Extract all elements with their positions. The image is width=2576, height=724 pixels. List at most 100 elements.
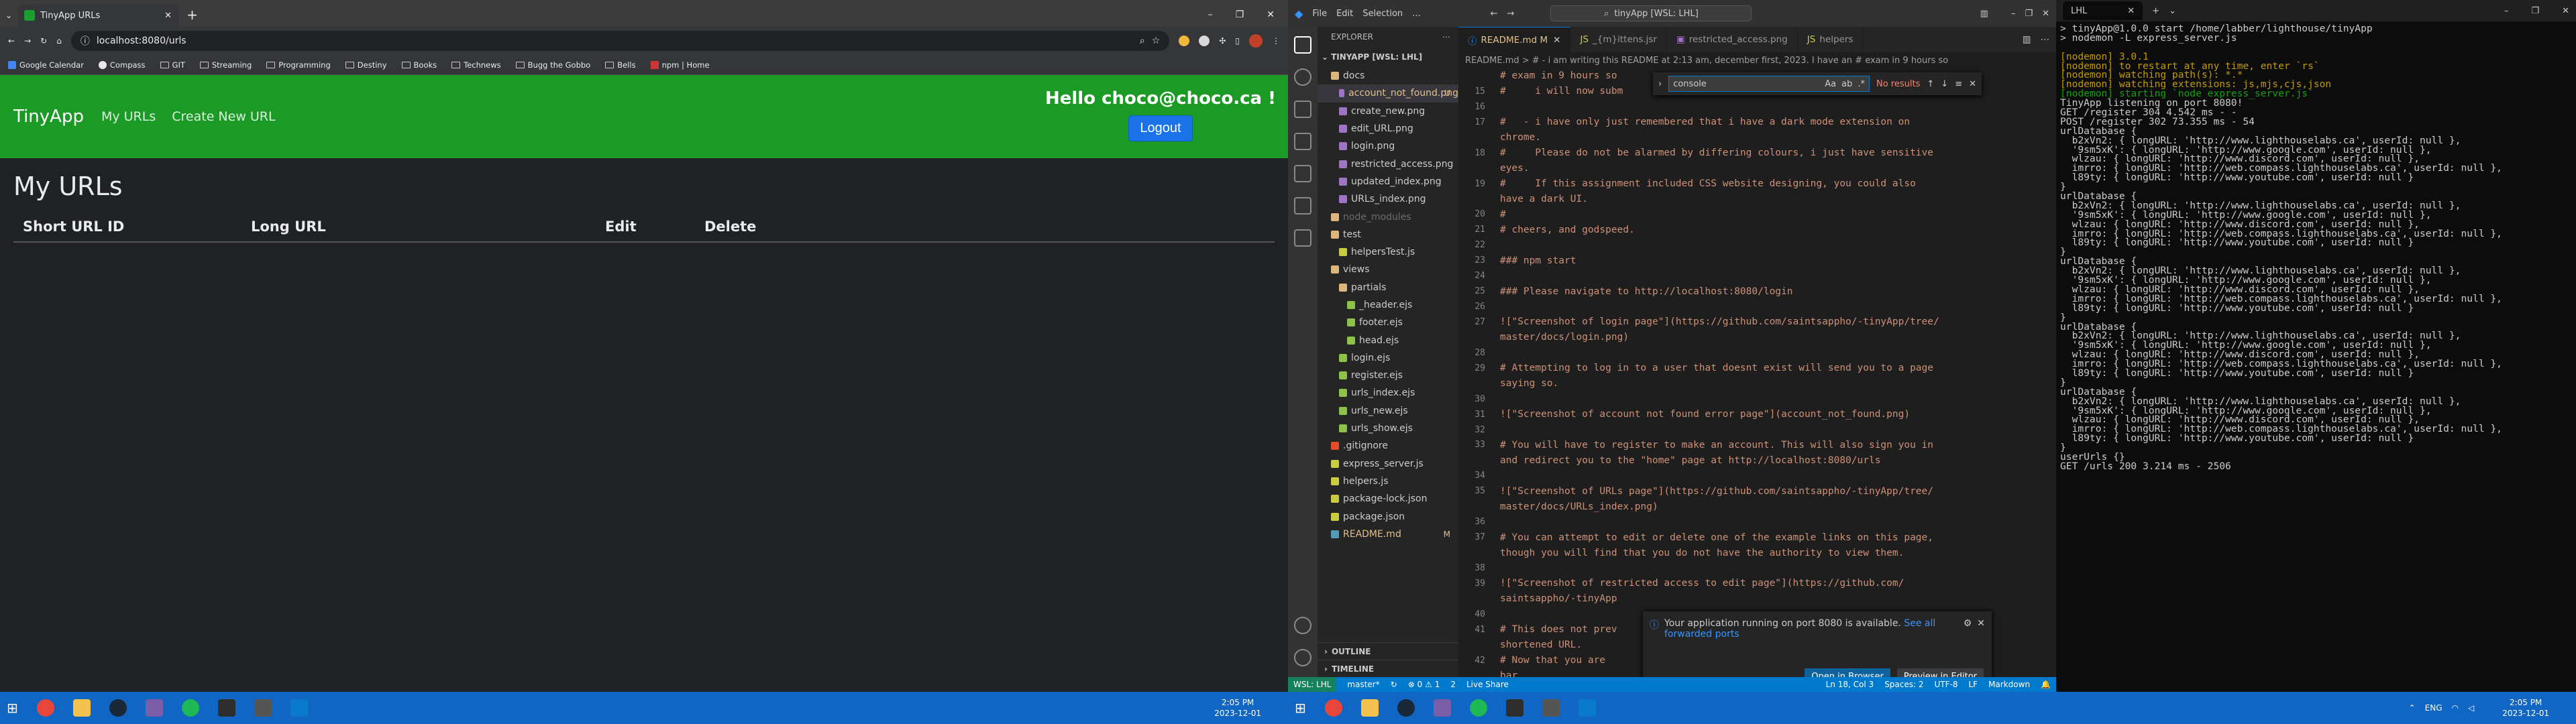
logout-button[interactable]: Logout <box>1128 115 1193 141</box>
terminal-output[interactable]: > tinyApp@1.0.0 start /home/labber/light… <box>2056 21 2576 692</box>
eol[interactable]: LF <box>1968 680 1978 689</box>
maximize-icon[interactable]: ❐ <box>2531 6 2539 16</box>
close-icon[interactable]: ✕ <box>1969 79 1976 89</box>
nav-back-icon[interactable]: ← <box>1491 9 1498 19</box>
find-input[interactable]: console Aa ab .* <box>1668 76 1870 92</box>
tree-item[interactable]: node_modules <box>1318 208 1458 225</box>
tab-file[interactable]: JS _{m}ittens.jsr <box>1570 27 1667 52</box>
windows-start-icon[interactable]: ⊞ <box>7 700 18 716</box>
tree-item[interactable]: URLs_index.png <box>1318 190 1458 208</box>
run-debug-icon[interactable] <box>1294 133 1311 150</box>
bookmark-folder[interactable]: Books <box>401 60 437 70</box>
minimize-icon[interactable]: – <box>2011 9 2016 19</box>
close-tab-icon[interactable]: ✕ <box>164 11 172 21</box>
terminal-icon[interactable] <box>217 699 235 717</box>
breadcrumb[interactable]: README.md > # - i am writing this README… <box>1458 52 2056 68</box>
bookmark-folder[interactable]: Bugg the Gobbo <box>515 60 590 70</box>
account-icon[interactable] <box>1294 617 1311 634</box>
problems-count[interactable]: ⊗ 0 ⚠ 1 <box>1408 680 1440 689</box>
file-explorer-icon[interactable] <box>72 699 91 717</box>
info-icon[interactable]: ⓘ <box>80 34 90 48</box>
tree-item[interactable]: test <box>1318 226 1458 243</box>
tree-item[interactable]: docs <box>1318 67 1458 84</box>
tree-item[interactable]: create_new.png <box>1318 103 1458 120</box>
vscode-icon[interactable] <box>1578 699 1596 717</box>
chevron-down-icon[interactable]: ⌄ <box>2169 6 2176 16</box>
bookmark-folder[interactable]: Programming <box>266 60 331 70</box>
app-icon[interactable] <box>145 699 163 717</box>
tab-readme[interactable]: ⓘ README.md M ✕ <box>1458 27 1571 52</box>
git-branch[interactable]: master* <box>1347 680 1379 689</box>
new-tab-icon[interactable]: + <box>186 7 198 23</box>
menu-more[interactable]: ... <box>1412 9 1420 19</box>
tree-item[interactable]: express_server.js <box>1318 455 1458 473</box>
terminal-icon[interactable] <box>1505 699 1523 717</box>
command-center-search[interactable]: ⌕ tinyApp [WSL: LHL] <box>1550 5 1752 21</box>
nav-create-new-url[interactable]: Create New URL <box>172 109 275 124</box>
close-window-icon[interactable]: ✕ <box>2562 6 2569 16</box>
taskbar-clock-left[interactable]: 2:05 PM 2023-12-01 <box>1214 697 1281 719</box>
minimize-icon[interactable]: – <box>2504 6 2509 16</box>
tree-item[interactable]: register.ejs <box>1318 367 1458 384</box>
tree-item[interactable]: updated_index.png <box>1318 173 1458 190</box>
bookmark-folder[interactable]: Technews <box>451 60 501 70</box>
spotify-icon[interactable] <box>181 699 199 717</box>
tree-item[interactable]: partials <box>1318 279 1458 296</box>
tab-file[interactable]: JS helpers <box>1798 27 1864 52</box>
chrome-menu-icon[interactable]: ⋮ <box>1272 36 1280 46</box>
terminal-tab[interactable]: LHL ✕ <box>2063 1 2143 20</box>
close-tab-icon[interactable]: ✕ <box>2127 6 2135 16</box>
bookmark-folder[interactable]: Bells <box>605 60 636 70</box>
timeline-panel[interactable]: › TIMELINE <box>1318 660 1458 677</box>
remote-indicator[interactable]: WSL: LHL <box>1288 677 1337 692</box>
steam-icon[interactable] <box>1397 699 1415 717</box>
windows-start-icon[interactable]: ⊞ <box>1295 700 1306 716</box>
language-mode[interactable]: Markdown <box>1988 680 2030 689</box>
split-editor-icon[interactable]: ▥ <box>2023 34 2031 45</box>
match-case-icon[interactable]: Aa <box>1825 79 1836 89</box>
extension-icon-2[interactable] <box>1199 36 1210 46</box>
address-bar[interactable]: ⓘ localhost:8080/urls ⌕ ☆ <box>70 31 1170 51</box>
bookmark-star-icon[interactable]: ☆ <box>1152 36 1161 46</box>
calculator-icon[interactable] <box>1542 699 1560 717</box>
chrome-taskbar-icon[interactable] <box>1324 699 1342 717</box>
regex-icon[interactable]: .* <box>1858 79 1865 89</box>
tree-item[interactable]: account_not_found.png U <box>1318 84 1458 103</box>
forward-icon[interactable]: → <box>24 36 31 46</box>
tree-item[interactable]: urls_new.ejs <box>1318 402 1458 420</box>
language-indicator[interactable]: ENG <box>2425 703 2443 713</box>
more-actions-icon[interactable]: ⋯ <box>2041 34 2050 45</box>
tree-item[interactable]: footer.ejs <box>1318 314 1458 331</box>
file-explorer-icon[interactable] <box>1360 699 1379 717</box>
close-icon[interactable]: ✕ <box>1977 618 1985 640</box>
bell-icon[interactable]: 🔔 <box>2041 680 2051 689</box>
extension-icon[interactable] <box>1179 36 1190 46</box>
maximize-icon[interactable]: ❐ <box>1236 9 1244 20</box>
bookmark-google-calendar[interactable]: Google Calendar <box>8 60 84 70</box>
indent-setting[interactable]: Spaces: 2 <box>1884 680 1923 689</box>
tree-item[interactable]: helpersTest.js <box>1318 243 1458 261</box>
tab-search-icon[interactable]: ⌄ <box>5 11 12 20</box>
tree-item[interactable]: package-lock.json <box>1318 490 1458 507</box>
bookmark-compass[interactable]: Compass <box>98 60 146 70</box>
profile-avatar[interactable] <box>1249 34 1263 48</box>
remote-explorer-icon[interactable] <box>1294 197 1311 215</box>
tree-item[interactable]: .gitignore <box>1318 437 1458 455</box>
menu-file[interactable]: File <box>1312 9 1327 19</box>
code-view[interactable]: # exam in 9 hours so 15 # i will now subm 1… <box>1458 68 2043 677</box>
bookmark-folder[interactable]: Streaming <box>199 60 252 70</box>
taskbar-clock-right[interactable]: 2:05 PM 2023-12-01 <box>2502 697 2569 719</box>
source-control-icon[interactable] <box>1294 101 1311 118</box>
chrome-taskbar-icon[interactable] <box>36 699 54 717</box>
tray-chevron-icon[interactable]: ⌃ <box>2409 703 2416 713</box>
tree-item[interactable]: views <box>1318 261 1458 278</box>
live-share-icon[interactable] <box>1294 229 1311 247</box>
tree-item[interactable]: urls_show.ejs <box>1318 420 1458 437</box>
close-tab-icon[interactable]: ✕ <box>1553 35 1560 46</box>
extensions-puzzle-icon[interactable]: ✣ <box>1219 36 1226 46</box>
bookmark-folder[interactable]: Destiny <box>345 60 387 70</box>
close-window-icon[interactable]: ✕ <box>2042 9 2049 19</box>
more-actions-icon[interactable]: ⋯ <box>1442 32 1450 42</box>
minimize-icon[interactable]: – <box>1208 9 1213 20</box>
encoding[interactable]: UTF-8 <box>1935 680 1958 689</box>
